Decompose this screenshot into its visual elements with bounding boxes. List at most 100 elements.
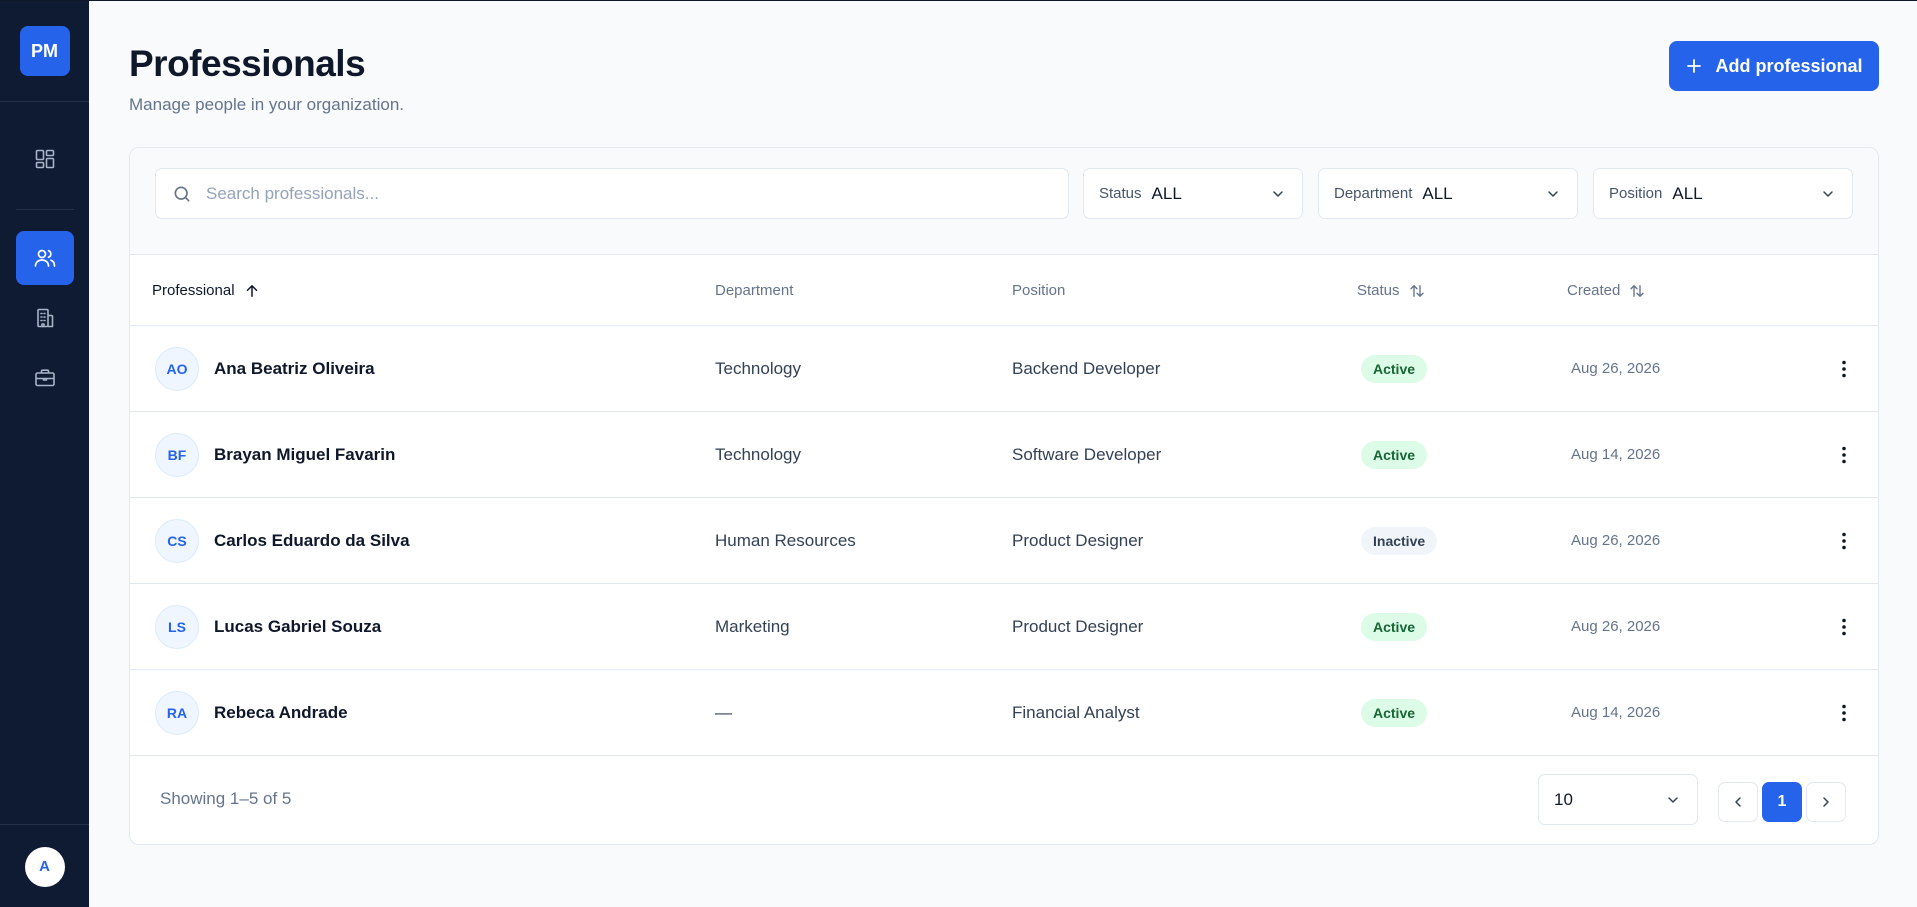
column-header-professional[interactable]: Professional	[152, 255, 261, 326]
status-cell: Inactive	[1361, 498, 1438, 583]
sidebar-item-positions[interactable]	[16, 351, 74, 405]
app-logo[interactable]: PM	[19, 26, 70, 76]
row-actions[interactable]	[1832, 670, 1856, 755]
page-size-value: 10	[1554, 789, 1573, 809]
status-cell: Active	[1361, 412, 1428, 497]
column-header-label: Professional	[152, 282, 235, 299]
more-vertical-icon[interactable]	[1832, 701, 1856, 725]
column-header-label: Created	[1567, 282, 1621, 299]
professional-name[interactable]: Rebeca Andrade	[214, 703, 348, 723]
sidebar-divider	[0, 101, 89, 102]
column-header-created[interactable]: Created	[1567, 255, 1646, 326]
more-vertical-icon[interactable]	[1832, 615, 1856, 639]
created-date: Aug 14, 2026	[1571, 704, 1661, 721]
department-filter-label: Department	[1334, 185, 1413, 202]
created-date: Aug 26, 2026	[1571, 618, 1661, 635]
more-vertical-icon[interactable]	[1832, 357, 1856, 381]
sidebar-footer: A	[0, 824, 89, 907]
position-filter-label: Position	[1609, 185, 1663, 202]
prev-page-button[interactable]	[1718, 782, 1758, 822]
next-page-button[interactable]	[1806, 782, 1846, 822]
professional-name[interactable]: Carlos Eduardo da Silva	[214, 531, 410, 551]
column-header-label: Position	[1012, 282, 1066, 299]
chevron-down-icon	[1548, 191, 1558, 197]
avatar: AO	[155, 346, 199, 391]
table-row[interactable]: CS Carlos Eduardo da Silva Human Resources…	[130, 498, 1878, 584]
status-filter[interactable]: Status ALL	[1083, 168, 1303, 219]
results-count: Showing 1–5 of 5	[160, 789, 292, 808]
row-actions[interactable]	[1832, 584, 1856, 669]
plus-icon	[1687, 59, 1702, 73]
position-cell: Backend Developer	[1012, 358, 1161, 378]
status-badge: Active	[1361, 698, 1428, 727]
sidebar-item-dashboard[interactable]	[16, 132, 74, 186]
chevron-down-icon	[1823, 191, 1833, 197]
status-badge: Active	[1361, 354, 1428, 383]
table-footer: Showing 1–5 of 5 10 1	[130, 756, 1878, 844]
professional-cell: LS Lucas Gabriel Souza	[155, 584, 381, 669]
avatar: RA	[155, 690, 199, 735]
position-cell: Product Designer	[1012, 616, 1144, 636]
row-actions[interactable]	[1832, 498, 1856, 583]
status-cell: Active	[1361, 584, 1428, 669]
professional-name[interactable]: Ana Beatriz Oliveira	[214, 359, 375, 379]
position-cell: Product Designer	[1012, 530, 1144, 550]
status-cell: Active	[1361, 670, 1428, 755]
status-cell: Active	[1361, 326, 1428, 411]
search-box[interactable]	[155, 168, 1069, 219]
position-cell: Software Developer	[1012, 444, 1162, 464]
table-row[interactable]: AO Ana Beatriz Oliveira Technology Backend …	[130, 326, 1878, 412]
chevron-left-icon	[1735, 797, 1741, 807]
row-actions[interactable]	[1832, 326, 1856, 411]
table-header: Professional Department Position Status …	[130, 255, 1878, 326]
more-vertical-icon[interactable]	[1832, 443, 1856, 467]
professional-name[interactable]: Lucas Gabriel Souza	[214, 617, 381, 637]
professional-cell: RA Rebeca Andrade	[155, 670, 348, 755]
page-button-current[interactable]: 1	[1762, 782, 1802, 822]
professional-cell: AO Ana Beatriz Oliveira	[155, 326, 375, 411]
column-header-position: Position	[1012, 255, 1065, 326]
building-icon	[36, 308, 53, 328]
avatar: LS	[155, 604, 199, 649]
user-avatar[interactable]: A	[24, 846, 65, 887]
professional-name[interactable]: Brayan Miguel Favarin	[214, 445, 395, 465]
table-row[interactable]: RA Rebeca Andrade — Financial Analyst Active…	[130, 670, 1878, 756]
column-header-label: Status	[1357, 282, 1400, 299]
search-input[interactable]	[206, 183, 1026, 204]
department-cell: Technology	[715, 444, 802, 464]
page-subtitle: Manage people in your organization.	[129, 95, 405, 114]
created-date: Aug 26, 2026	[1571, 360, 1661, 377]
row-actions[interactable]	[1832, 412, 1856, 497]
column-header-status[interactable]: Status	[1357, 255, 1426, 326]
sidebar-item-departments[interactable]	[16, 291, 74, 345]
chevron-down-icon	[1273, 191, 1283, 197]
status-filter-label: Status	[1099, 185, 1142, 202]
status-badge: Active	[1361, 440, 1428, 469]
professional-cell: BF Brayan Miguel Favarin	[155, 412, 395, 497]
page-size-select[interactable]: 10	[1538, 774, 1698, 825]
chevron-right-icon	[1823, 797, 1829, 807]
sidebar: PM A	[0, 1, 89, 907]
page-title: Professionals	[129, 43, 366, 84]
search-icon	[174, 186, 190, 201]
professional-cell: CS Carlos Eduardo da Silva	[155, 498, 410, 583]
status-badge: Active	[1361, 612, 1428, 641]
more-vertical-icon[interactable]	[1832, 529, 1856, 553]
created-cell: Aug 14, 2026	[1571, 670, 1660, 755]
position-cell: Financial Analyst	[1012, 702, 1140, 722]
avatar: CS	[155, 518, 199, 563]
table-row[interactable]: LS Lucas Gabriel Souza Marketing Product De…	[130, 584, 1878, 670]
add-professional-label: Add professional	[1715, 55, 1863, 76]
department-cell: —	[715, 702, 732, 722]
created-cell: Aug 26, 2026	[1571, 326, 1660, 411]
table-row[interactable]: BF Brayan Miguel Favarin Technology Softwar…	[130, 412, 1878, 498]
sidebar-item-professionals[interactable]	[15, 231, 74, 285]
table-body: AO Ana Beatriz Oliveira Technology Backend …	[130, 326, 1878, 756]
briefcase-icon	[34, 369, 55, 387]
sort-ascending-icon	[246, 284, 257, 297]
add-professional-button[interactable]: Add professional	[1669, 41, 1879, 91]
position-filter[interactable]: Position ALL	[1593, 168, 1853, 219]
department-filter[interactable]: Department ALL	[1318, 168, 1578, 219]
position-filter-value: ALL	[1672, 183, 1703, 203]
column-header-label: Department	[715, 282, 794, 299]
